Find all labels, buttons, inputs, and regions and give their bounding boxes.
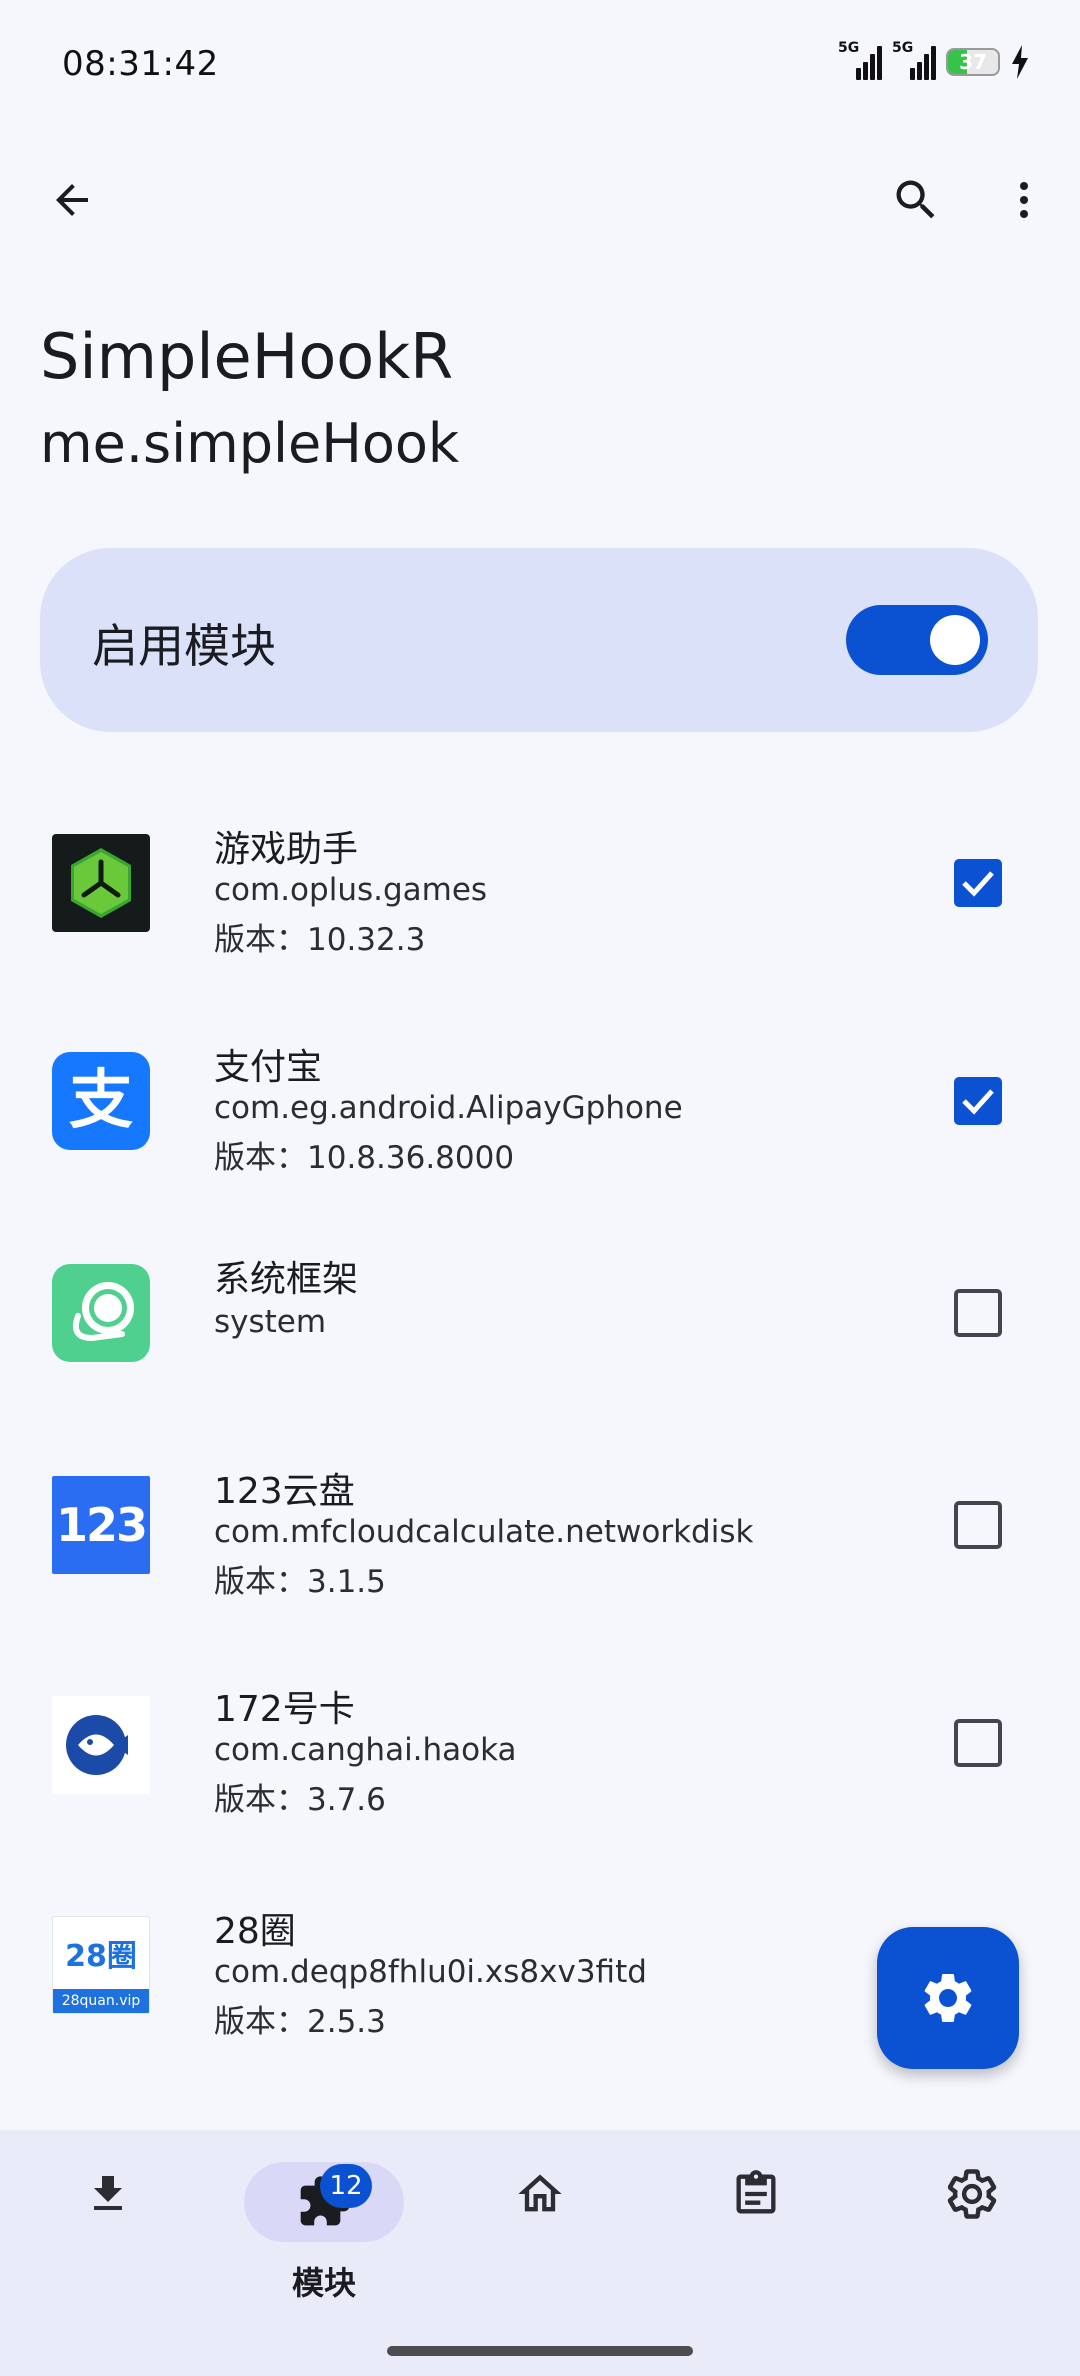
172haoka-icon xyxy=(52,1696,150,1794)
app-package: com.deqp8fhlu0i.xs8xv3fitd xyxy=(214,1954,647,1990)
top-app-bar xyxy=(0,150,1080,250)
app-version: 版本：10.32.3 xyxy=(214,922,426,958)
app-version: 版本：3.7.6 xyxy=(214,1782,386,1818)
settings-outline-icon xyxy=(947,2169,997,2219)
123pan-icon: 123 xyxy=(52,1476,150,1574)
app-checkbox[interactable] xyxy=(954,1501,1002,1549)
battery-level: 37 xyxy=(959,50,987,74)
nav-logs[interactable] xyxy=(648,2130,864,2330)
signal-icon: 5G xyxy=(892,40,936,80)
enable-module-switch[interactable] xyxy=(846,605,988,675)
app-package: com.canghai.haoka xyxy=(214,1732,517,1768)
clipboard-icon xyxy=(736,2170,776,2214)
arrow-back-icon xyxy=(56,184,88,216)
module-title: SimpleHookR xyxy=(40,320,454,393)
app-name: 172号卡 xyxy=(214,1689,355,1730)
alipay-icon-glyph: 支 xyxy=(69,1064,133,1138)
list-item[interactable]: 支 支付宝 com.eg.android.AlipayGphone 版本：10.… xyxy=(0,998,1080,1216)
signal-label: 5G xyxy=(892,40,914,56)
enable-module-card[interactable]: 启用模块 xyxy=(40,548,1038,732)
app-version: 版本：3.1.5 xyxy=(214,1564,386,1600)
app-name: 支付宝 xyxy=(214,1047,323,1088)
signal-label: 5G xyxy=(838,40,860,56)
charging-icon xyxy=(1012,45,1028,79)
switch-knob xyxy=(930,615,980,665)
app-package: com.oplus.games xyxy=(214,872,488,908)
app-name: 游戏助手 xyxy=(214,829,359,870)
download-icon xyxy=(94,2176,122,2210)
home-indicator[interactable] xyxy=(387,2346,693,2356)
28quan-icon-top: 28圈 xyxy=(65,1939,137,1974)
back-button[interactable] xyxy=(32,160,112,240)
enable-module-label: 启用模块 xyxy=(92,619,276,673)
app-checkbox[interactable] xyxy=(954,859,1002,907)
search-icon xyxy=(896,180,935,219)
app-package: com.mfcloudcalculate.networkdisk xyxy=(214,1514,754,1550)
status-icons: 5G 5G 37 xyxy=(838,40,1030,82)
28quan-icon-bottom: 28quan.vip xyxy=(53,1989,149,2013)
nav-download[interactable] xyxy=(0,2130,216,2330)
status-bar: 08:31:42 5G 5G 37 xyxy=(0,0,1080,128)
app-checkbox[interactable] xyxy=(954,1719,1002,1767)
nav-home[interactable] xyxy=(432,2130,648,2330)
nav-settings[interactable] xyxy=(864,2130,1080,2330)
app-version: 版本：10.8.36.8000 xyxy=(214,1140,515,1176)
app-checkbox[interactable] xyxy=(954,1289,1002,1337)
module-package: me.simpleHook xyxy=(40,412,460,475)
modules-count-badge: 12 xyxy=(320,2164,372,2208)
more-vert-icon xyxy=(1020,182,1028,218)
settings-icon xyxy=(924,1974,972,2022)
nav-modules[interactable]: 模块 xyxy=(216,2130,432,2330)
list-item[interactable]: 游戏助手 com.oplus.games 版本：10.32.3 xyxy=(0,780,1080,998)
list-item[interactable]: 系统框架 system xyxy=(0,1216,1080,1426)
search-button[interactable] xyxy=(876,160,956,240)
status-time: 08:31:42 xyxy=(62,44,219,84)
system-framework-icon xyxy=(52,1264,150,1362)
home-icon xyxy=(518,2174,562,2212)
more-options-button[interactable] xyxy=(984,160,1064,240)
settings-fab[interactable] xyxy=(877,1927,1019,2069)
game-assistant-icon xyxy=(52,834,150,932)
28quan-icon: 28圈 28quan.vip xyxy=(52,1916,150,2014)
check-icon xyxy=(962,1089,994,1115)
app-checkbox[interactable] xyxy=(954,1077,1002,1125)
battery-icon: 37 xyxy=(946,48,1000,76)
app-name: 123云盘 xyxy=(214,1471,355,1512)
app-version: 版本：2.5.3 xyxy=(214,2004,386,2040)
signal-icon: 5G xyxy=(838,40,882,80)
app-package: com.eg.android.AlipayGphone xyxy=(214,1090,683,1126)
check-icon xyxy=(962,871,994,897)
list-item[interactable]: 172号卡 com.canghai.haoka 版本：3.7.6 xyxy=(0,1644,1080,1862)
bottom-navigation: 模块 xyxy=(0,2130,1080,2376)
app-name: 系统框架 xyxy=(214,1259,359,1300)
123pan-icon-text: 123 xyxy=(55,1498,148,1552)
app-name: 28圈 xyxy=(214,1911,296,1952)
nav-modules-label: 模块 xyxy=(291,2264,356,2302)
list-item[interactable]: 123 123云盘 com.mfcloudcalculate.networkdi… xyxy=(0,1426,1080,1644)
alipay-icon: 支 xyxy=(52,1052,150,1150)
app-package: system xyxy=(214,1304,327,1340)
